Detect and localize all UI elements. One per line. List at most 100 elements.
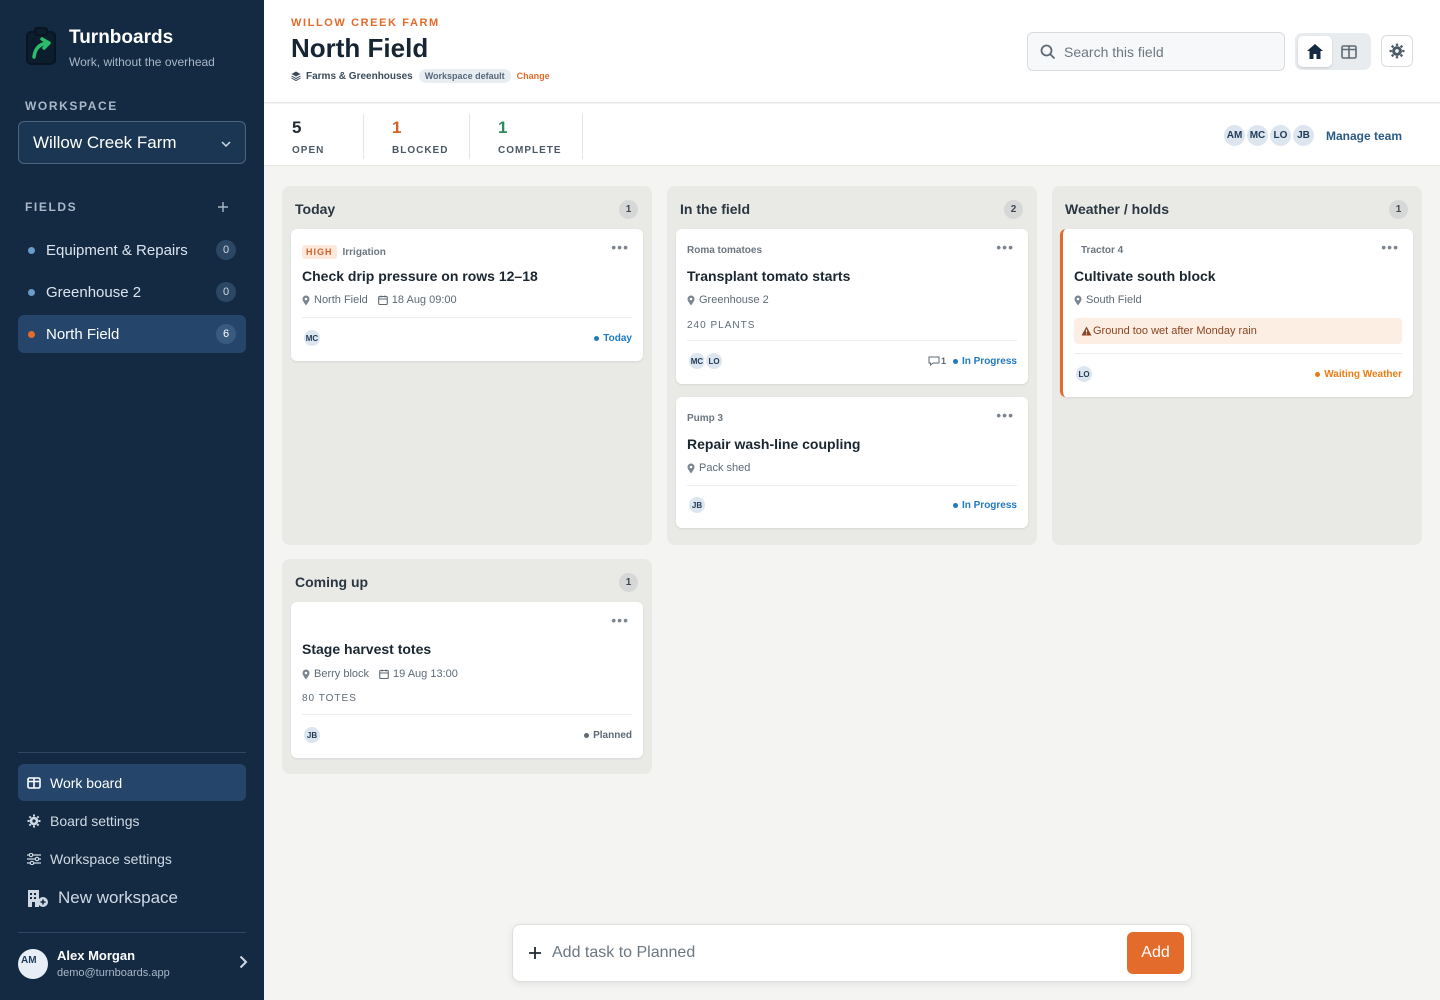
warning-icon	[1081, 326, 1092, 336]
card-location: Greenhouse 2	[699, 294, 769, 306]
more-icon[interactable]: •••	[611, 613, 629, 627]
building-plus-icon	[27, 888, 49, 908]
column-title: Today	[295, 201, 336, 217]
stat-complete: 1 COMPLETE	[498, 118, 562, 156]
card-tags: Tractor 4	[1081, 245, 1123, 256]
plus-icon	[529, 947, 541, 959]
stat-label: COMPLETE	[498, 145, 562, 156]
sidebar-item-equipment-repairs[interactable]: Equipment & Repairs 0	[18, 231, 246, 269]
status-dot	[594, 335, 600, 341]
card-tags: Pump 3	[687, 413, 723, 424]
add-task-input[interactable]	[552, 944, 1112, 962]
stats-bar: 5 OPEN 1 BLOCKED 1 COMPLETE AM MC LO JB …	[264, 104, 1440, 166]
card-divider	[1074, 353, 1402, 354]
stat-label: OPEN	[292, 145, 325, 156]
workspace-label: WORKSPACE	[25, 99, 118, 113]
status-dot	[584, 732, 590, 738]
card-divider	[302, 317, 632, 318]
column-count: 2	[1004, 200, 1023, 219]
card-tag: Tractor 4	[1081, 245, 1124, 256]
team-avatars: AM MC LO JB Manage team	[1222, 123, 1402, 148]
search-box	[1027, 32, 1285, 71]
stat-open: 5 OPEN	[292, 118, 324, 156]
stat-divider	[363, 114, 364, 159]
nav-label: Board settings	[50, 812, 140, 829]
add-task-button[interactable]: Add	[1127, 932, 1184, 974]
template-name: Farms & Greenhouses	[306, 70, 413, 82]
card-quantity: 240 PLANTS	[687, 320, 756, 331]
avatar: AM	[18, 948, 48, 979]
status-label: Planned	[593, 729, 632, 741]
sidebar-item-greenhouse-2[interactable]: Greenhouse 2 0	[18, 273, 246, 311]
column-count: 1	[1389, 200, 1408, 219]
status-label: Today	[603, 332, 632, 344]
more-icon[interactable]: •••	[1381, 240, 1399, 254]
card-date: 18 Aug 09:00	[391, 294, 457, 306]
card-meta: Berry block 19 Aug 13:00	[302, 668, 458, 680]
nav-board-settings[interactable]: Board settings	[18, 802, 246, 839]
task-card[interactable]: ••• Stage harvest totes Berry block 19 A…	[291, 602, 643, 758]
card-date: 19 Aug 13:00	[393, 668, 458, 680]
task-card[interactable]: Pump 3 ••• Repair wash-line coupling Pac…	[676, 397, 1028, 528]
board-template-row: Farms & Greenhouses Workspace default Ch…	[291, 69, 550, 83]
column-weather-holds: Weather / holds 1 Tractor 4 ••• Cultivat…	[1052, 186, 1422, 545]
calendar-icon	[377, 295, 388, 305]
nav-workspace-settings[interactable]: Workspace settings	[18, 840, 246, 877]
brand: Turnboards Work, without the overhead	[25, 26, 215, 69]
nav-new-workspace[interactable]: New workspace	[18, 879, 246, 916]
task-card[interactable]: HIGH Irrigation ••• Check drip pressure …	[291, 229, 643, 361]
field-dot-icon	[28, 246, 35, 254]
more-icon[interactable]: •••	[996, 408, 1014, 422]
task-card[interactable]: Roma tomatoes ••• Transplant tomato star…	[676, 229, 1028, 384]
add-field-button[interactable]	[216, 196, 230, 217]
pin-icon	[302, 295, 310, 305]
workspace-select-value: Willow Creek Farm	[33, 132, 177, 152]
stat-value: 5	[292, 118, 302, 137]
comment-count: 1	[928, 356, 946, 366]
settings-button[interactable]	[1381, 35, 1413, 67]
field-count-badge: 0	[216, 240, 236, 260]
avatar: MC	[302, 328, 322, 348]
card-tag: Roma tomatoes	[687, 245, 763, 256]
add-task-bar: Add	[512, 924, 1192, 982]
task-card[interactable]: Tractor 4 ••• Cultivate south block Sout…	[1060, 229, 1413, 397]
chevron-down-icon	[221, 136, 231, 150]
more-icon[interactable]: •••	[611, 240, 629, 254]
avatar: JB	[687, 495, 707, 515]
sidebar-item-label: North Field	[46, 325, 120, 343]
home-view-button[interactable]	[1298, 36, 1332, 67]
card-title: Transplant tomato starts	[687, 268, 851, 284]
manage-team-link[interactable]: Manage team	[1326, 129, 1402, 143]
card-divider	[687, 485, 1017, 486]
gear-icon	[27, 814, 41, 828]
card-meta: North Field 18 Aug 09:00	[302, 294, 457, 306]
workspace-kicker: WILLOW CREEK FARM	[291, 17, 440, 29]
comment-icon	[928, 356, 940, 366]
status-dot	[952, 502, 958, 508]
alert-text: Ground too wet after Monday rain	[1093, 325, 1257, 337]
gear-icon	[1389, 43, 1405, 59]
card-footer: JB In Progress	[687, 495, 1017, 515]
search-input[interactable]	[1064, 43, 1264, 60]
column-title: Weather / holds	[1065, 201, 1169, 217]
user-profile[interactable]: AM Alex Morgan demo@turnboards.app	[18, 948, 248, 979]
card-tag: Pump 3	[687, 413, 724, 424]
status-dot	[952, 358, 958, 364]
brand-tagline: Work, without the overhead	[69, 55, 215, 69]
chevron-right-icon[interactable]	[239, 953, 248, 974]
card-title: Check drip pressure on rows 12–18	[302, 268, 538, 284]
template-label: Farms & Greenhouses	[291, 71, 413, 82]
page-header: WILLOW CREEK FARM North Field Farms & Gr…	[264, 0, 1440, 103]
workspace-select[interactable]: Willow Creek Farm	[18, 121, 246, 164]
board-view-button[interactable]	[1332, 36, 1366, 67]
weather-alert: Ground too wet after Monday rain	[1074, 318, 1402, 344]
change-template-link[interactable]: Change	[517, 71, 550, 81]
field-count-badge: 6	[216, 324, 236, 344]
more-icon[interactable]: •••	[996, 240, 1014, 254]
card-footer: JB Planned	[302, 725, 632, 745]
status-label: In Progress	[961, 355, 1017, 367]
priority-badge: HIGH	[302, 245, 337, 259]
sidebar-item-north-field[interactable]: North Field 6	[18, 315, 246, 353]
avatar: JB	[1291, 123, 1316, 148]
nav-work-board[interactable]: Work board	[18, 764, 246, 801]
